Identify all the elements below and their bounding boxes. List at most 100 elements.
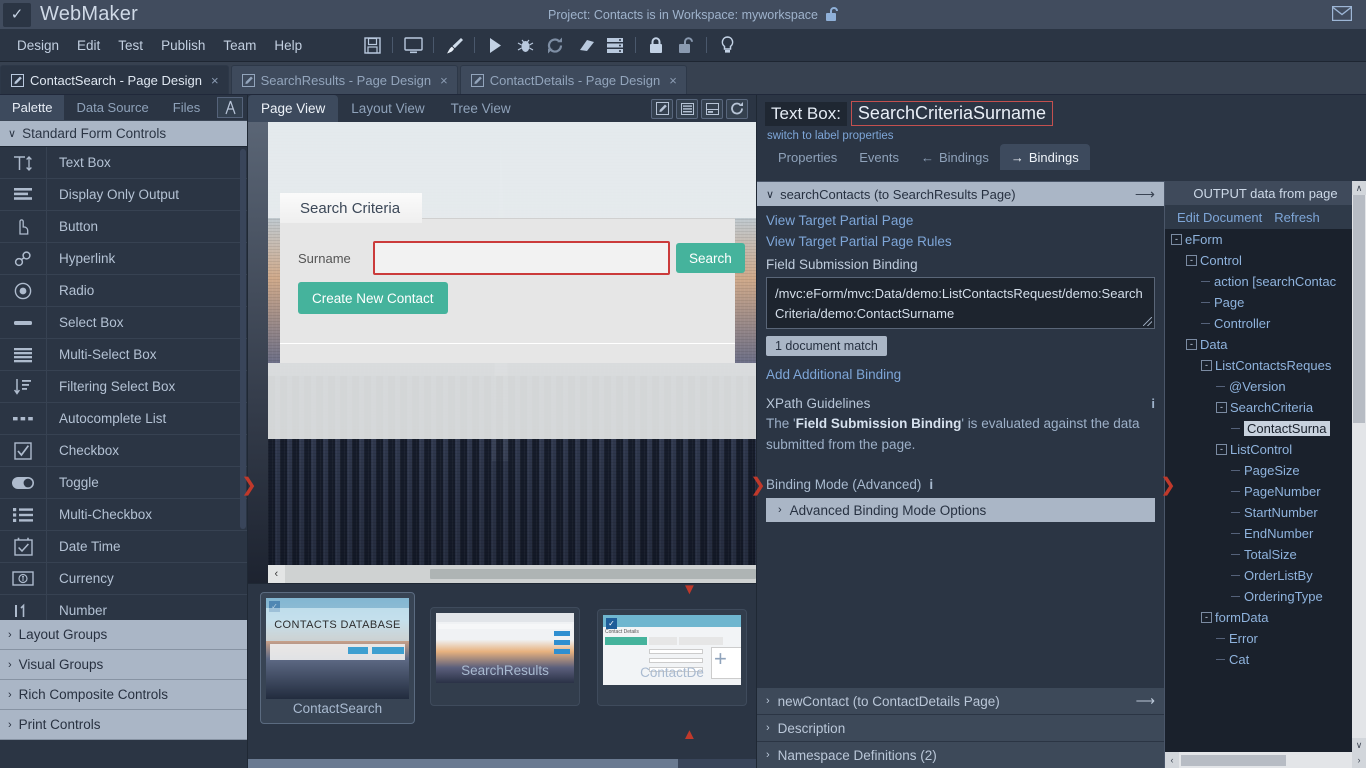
collapse-thumbnails-top-marker[interactable]: ▼	[682, 582, 697, 597]
tab-tree-view[interactable]: Tree View	[438, 95, 524, 122]
info-icon[interactable]: i	[1151, 396, 1155, 411]
palette-item-checkbox[interactable]: Checkbox	[0, 435, 247, 467]
tree-node[interactable]: - Data	[1165, 334, 1352, 355]
palette-group-layout-groups[interactable]: › Layout Groups	[0, 620, 247, 650]
scroll-thumb[interactable]	[1353, 195, 1365, 423]
tree-node[interactable]: Page	[1165, 292, 1352, 313]
tab-palette[interactable]: Palette	[0, 95, 65, 120]
search-button[interactable]: Search	[676, 243, 745, 273]
tab-output-bindings[interactable]: → Bindings	[999, 144, 1090, 170]
tree-expander-icon[interactable]: -	[1186, 339, 1197, 350]
palette-item-date-time[interactable]: Date Time	[0, 531, 247, 563]
tree-expander-icon[interactable]: -	[1201, 612, 1212, 623]
thumbnail-contactsearch[interactable]: ✓ CONTACTS DATABASE ContactSearch	[260, 592, 415, 724]
close-icon[interactable]: ×	[669, 73, 677, 88]
refresh-link[interactable]: Refresh	[1274, 210, 1320, 225]
tree-expander-icon[interactable]: -	[1201, 360, 1212, 371]
tree-vertical-scrollbar[interactable]: ∧ ∨	[1352, 181, 1366, 752]
tree-node[interactable]: - eForm	[1165, 229, 1352, 250]
view-target-partial-page-link[interactable]: View Target Partial Page	[766, 213, 1155, 228]
panel-layout-icon[interactable]	[701, 98, 723, 119]
lightbulb-icon[interactable]	[712, 32, 742, 58]
run-icon[interactable]	[480, 32, 510, 58]
tree-horizontal-scrollbar[interactable]: ‹ ›	[1165, 752, 1366, 768]
tab-input-bindings[interactable]: ← Bindings	[910, 144, 1000, 170]
tree-node[interactable]: action [searchContac	[1165, 271, 1352, 292]
lock-closed-icon[interactable]	[641, 32, 671, 58]
palette-item-select-box[interactable]: Select Box	[0, 307, 247, 339]
document-tab-contactdetails[interactable]: ContactDetails - Page Design ×	[459, 65, 687, 94]
tab-files[interactable]: Files	[161, 95, 212, 120]
scroll-left-icon[interactable]: ‹	[268, 565, 285, 583]
refresh-icon[interactable]	[726, 98, 748, 119]
scroll-left-icon[interactable]: ‹	[1165, 752, 1179, 768]
section-description[interactable]: › Description	[757, 714, 1164, 741]
view-target-partial-page-rules-link[interactable]: View Target Partial Page Rules	[766, 234, 1155, 249]
collapse-thumbnails-bottom-marker[interactable]: ▲	[682, 727, 697, 742]
palette-item-radio[interactable]: Radio	[0, 275, 247, 307]
menu-item-edit[interactable]: Edit	[68, 34, 109, 57]
tree-node[interactable]: - Control	[1165, 250, 1352, 271]
list-view-icon[interactable]	[676, 98, 698, 119]
eraser-icon[interactable]	[570, 32, 600, 58]
tree-node[interactable]: PageNumber	[1165, 481, 1352, 502]
tree-node[interactable]: PageSize	[1165, 460, 1352, 481]
tab-layout-view[interactable]: Layout View	[338, 95, 437, 122]
palette-item-multi-select-box[interactable]: Multi-Select Box	[0, 339, 247, 371]
binding-section-searchcontacts[interactable]: ∨ searchContacts (to SearchResults Page)…	[757, 182, 1164, 206]
tree-node[interactable]: - ListControl	[1165, 439, 1352, 460]
menu-item-test[interactable]: Test	[109, 34, 152, 57]
collapse-tree-panel-marker[interactable]: ❯	[1160, 476, 1176, 495]
section-namespace-definitions[interactable]: › Namespace Definitions (2)	[757, 741, 1164, 768]
document-tab-searchresults[interactable]: SearchResults - Page Design ×	[230, 65, 458, 94]
tab-page-view[interactable]: Page View	[248, 95, 339, 122]
palette-group-standard-form-controls[interactable]: ∨ Standard Form Controls	[0, 121, 247, 147]
edit-document-link[interactable]: Edit Document	[1177, 210, 1262, 225]
tree-node[interactable]: OrderingType	[1165, 586, 1352, 607]
compass-icon[interactable]	[217, 97, 243, 118]
page-design-canvas[interactable]: Search Criteria Surname Search Create Ne…	[248, 122, 756, 583]
save-icon[interactable]	[357, 32, 387, 58]
close-icon[interactable]: ×	[211, 73, 219, 88]
menu-item-design[interactable]: Design	[8, 34, 68, 57]
switch-to-label-properties-link[interactable]: switch to label properties	[767, 130, 1358, 142]
palette-item-autocomplete-list[interactable]: Autocomplete List	[0, 403, 247, 435]
palette-item-display-only-output[interactable]: Display Only Output	[0, 179, 247, 211]
palette-item-button[interactable]: Button	[0, 211, 247, 243]
tree-expander-icon[interactable]: -	[1216, 444, 1227, 455]
document-tab-contactsearch[interactable]: ContactSearch - Page Design ×	[0, 65, 229, 94]
menu-item-publish[interactable]: Publish	[152, 34, 214, 57]
palette-scrollbar[interactable]	[240, 149, 246, 529]
tree-node[interactable]: - ListContactsReques	[1165, 355, 1352, 376]
lock-open-icon[interactable]	[671, 32, 701, 58]
palette-item-multi-checkbox[interactable]: Multi-Checkbox	[0, 499, 247, 531]
palette-item-hyperlink[interactable]: Hyperlink	[0, 243, 247, 275]
checkbox-icon[interactable]: ✓	[606, 618, 617, 629]
scroll-thumb[interactable]	[248, 759, 678, 768]
tab-events[interactable]: Events	[848, 144, 910, 170]
scroll-thumb[interactable]	[429, 569, 756, 579]
tree-node[interactable]: OrderListBy	[1165, 565, 1352, 586]
tab-data-source[interactable]: Data Source	[64, 95, 160, 120]
tree-expander-icon[interactable]: -	[1171, 234, 1182, 245]
tree-expander-icon[interactable]: -	[1216, 402, 1227, 413]
scroll-right-icon[interactable]: ›	[1352, 752, 1366, 768]
menu-item-team[interactable]: Team	[214, 34, 265, 57]
paintbrush-icon[interactable]	[439, 32, 469, 58]
tree-expander-icon[interactable]: -	[1186, 255, 1197, 266]
tree-node[interactable]: @Version	[1165, 376, 1352, 397]
resize-grip-icon[interactable]	[1143, 317, 1152, 326]
debug-bug-icon[interactable]	[510, 32, 540, 58]
palette-item-toggle[interactable]: Toggle	[0, 467, 247, 499]
palette-item-text-box[interactable]: Text Box	[0, 147, 247, 179]
tab-properties[interactable]: Properties	[767, 144, 848, 170]
tree-node[interactable]: Cat	[1165, 649, 1352, 670]
thumbnail-searchresults[interactable]: SearchResults	[430, 607, 580, 706]
thumbnail-scrollbar[interactable]	[248, 759, 756, 768]
unlocked-icon[interactable]	[824, 6, 841, 22]
tree-node[interactable]: TotalSize	[1165, 544, 1352, 565]
edit-pencil-icon[interactable]	[651, 98, 673, 119]
add-additional-binding-link[interactable]: Add Additional Binding	[766, 367, 1155, 382]
refresh-icon[interactable]	[540, 32, 570, 58]
tree-node[interactable]: Controller	[1165, 313, 1352, 334]
